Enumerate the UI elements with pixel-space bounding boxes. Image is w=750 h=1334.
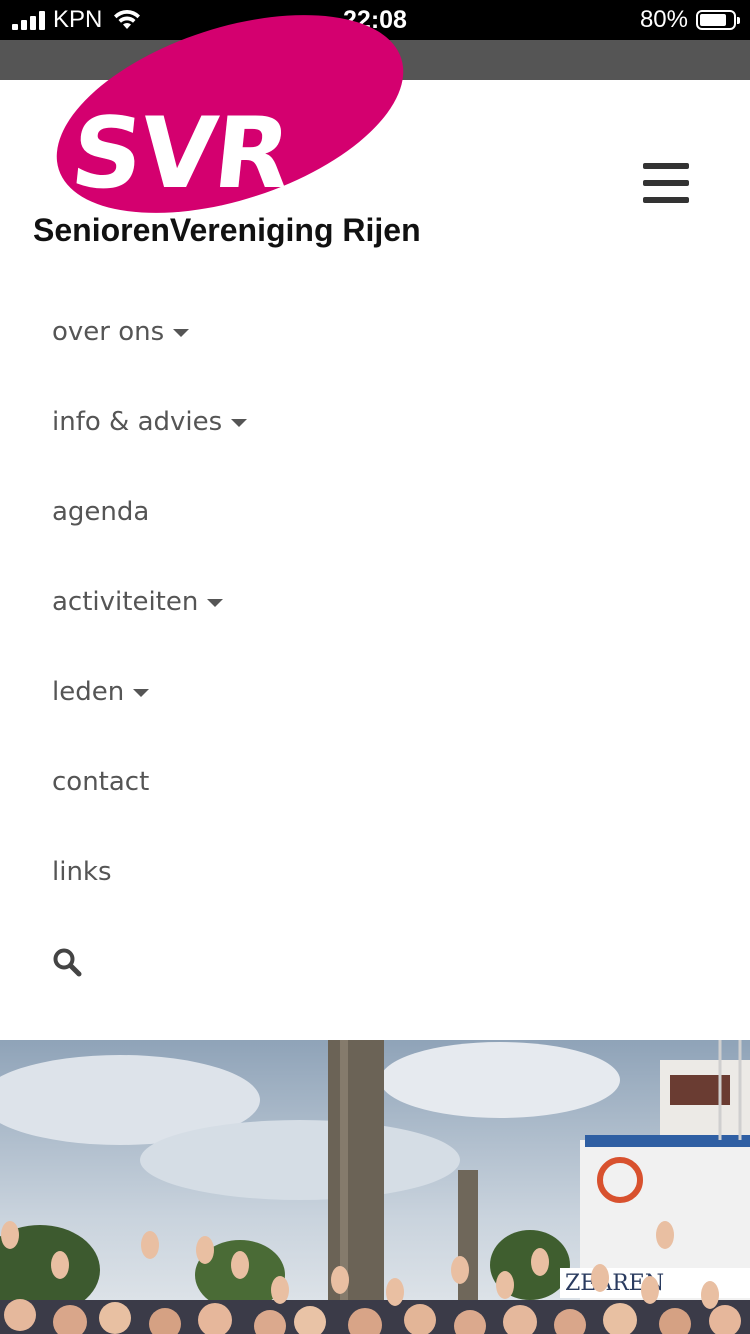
- nav-item-contact[interactable]: contact: [52, 737, 702, 827]
- caret-down-icon: [207, 599, 224, 607]
- battery-percentage: 80%: [639, 6, 688, 33]
- caret-down-icon: [173, 329, 190, 337]
- nav-item-label: leden: [52, 677, 125, 707]
- nav-item-label: activiteiten: [52, 587, 199, 617]
- logo-mark: SVR: [66, 97, 294, 211]
- logo-tagline: SeniorenVereniging Rijen: [33, 212, 421, 248]
- caret-down-icon: [231, 419, 248, 427]
- main-navigation: over ons info & advies agenda activiteit…: [52, 287, 702, 1007]
- site-logo[interactable]: SVR SeniorenVereniging Rijen: [30, 0, 450, 255]
- hamburger-menu-icon[interactable]: [643, 163, 689, 205]
- nav-item-links[interactable]: links: [52, 827, 702, 917]
- nav-item-leden[interactable]: leden: [52, 647, 702, 737]
- nav-item-label: info & advies: [52, 407, 223, 437]
- search-icon: [53, 948, 82, 977]
- nav-item-info-advies[interactable]: info & advies: [52, 377, 702, 467]
- nav-item-activiteiten[interactable]: activiteiten: [52, 557, 702, 647]
- nav-item-agenda[interactable]: agenda: [52, 467, 702, 557]
- battery-level: [700, 14, 726, 26]
- nav-item-over-ons[interactable]: over ons: [52, 287, 702, 377]
- nav-item-label: links: [52, 857, 112, 887]
- hero-photo: ZEAREN: [0, 1040, 750, 1334]
- search-button[interactable]: [52, 917, 702, 1007]
- nav-item-label: agenda: [52, 497, 150, 527]
- nav-item-label: contact: [52, 767, 150, 797]
- battery-icon: [696, 10, 740, 30]
- caret-down-icon: [133, 689, 150, 697]
- nav-item-label: over ons: [52, 317, 165, 347]
- hero-image: ZEAREN: [0, 1040, 750, 1334]
